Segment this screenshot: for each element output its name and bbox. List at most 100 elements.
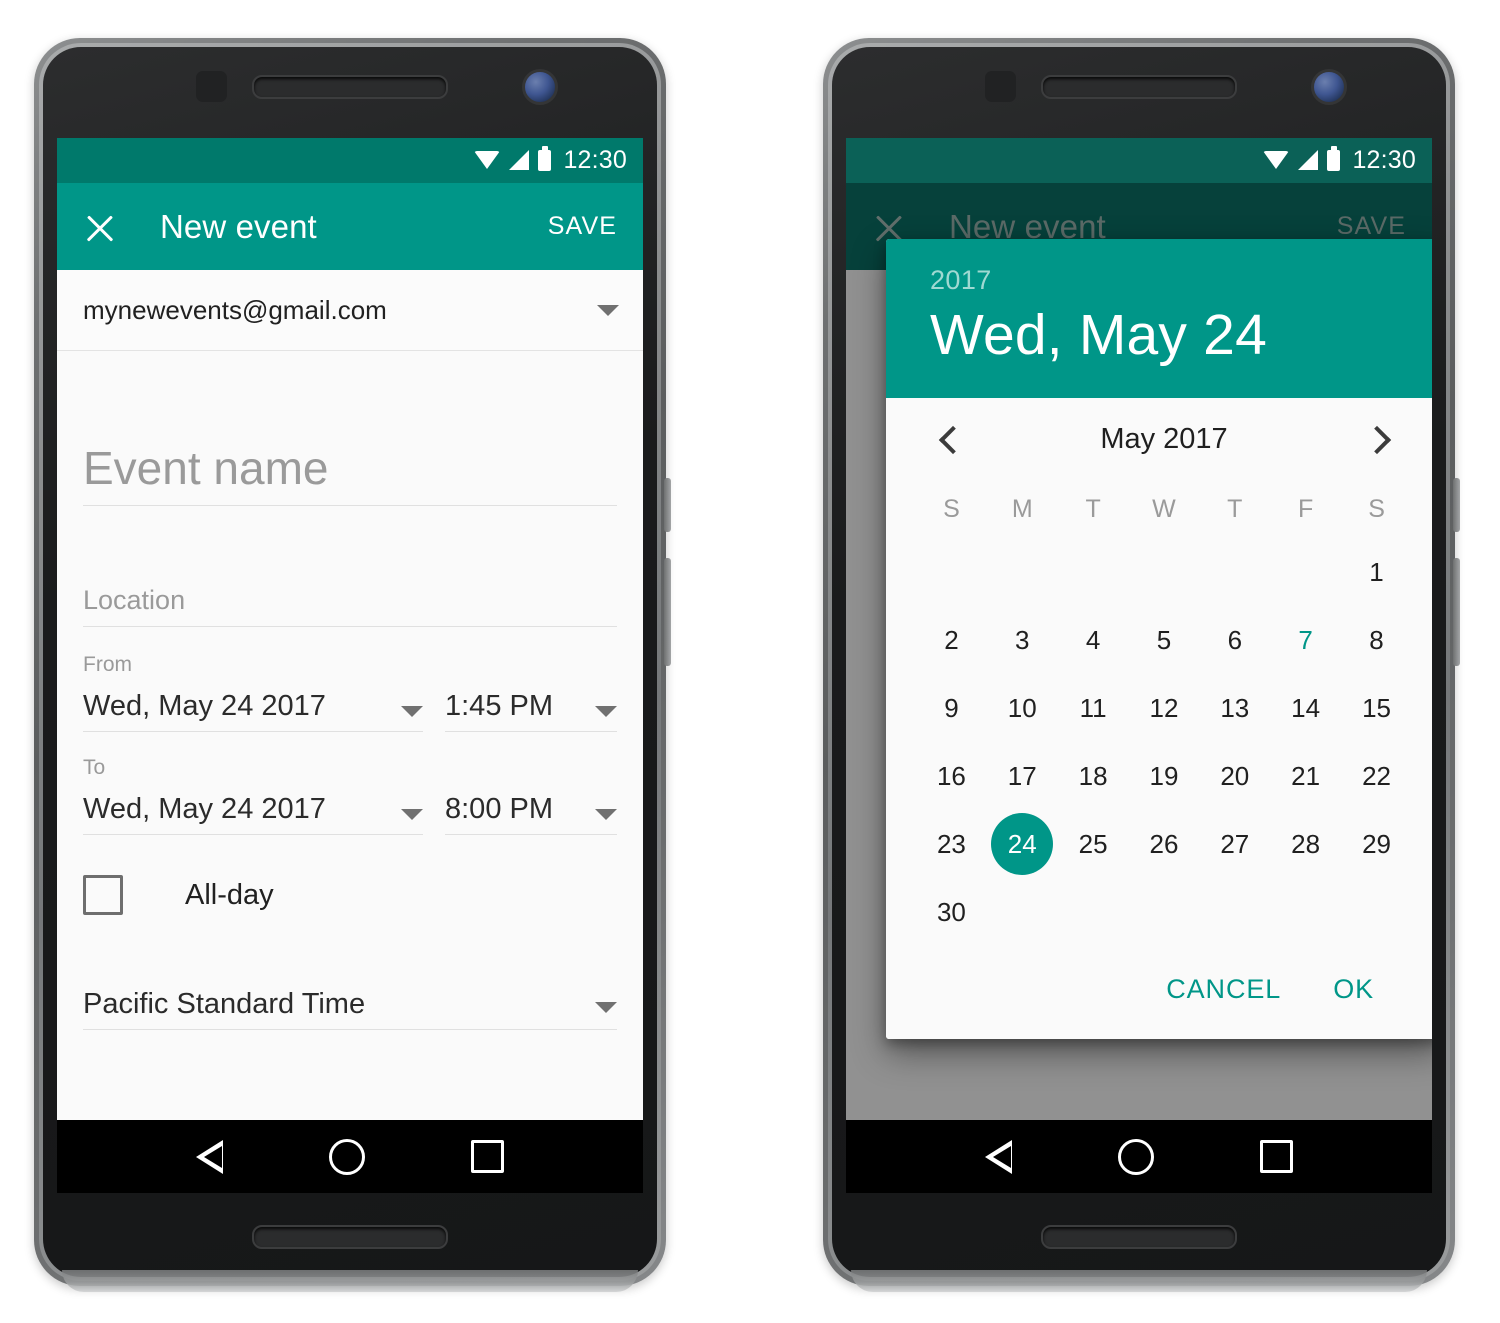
allday-checkbox[interactable] bbox=[83, 875, 123, 915]
calendar-day[interactable]: 20 bbox=[1199, 742, 1270, 810]
calendar-day-cell[interactable]: 25 bbox=[1058, 810, 1129, 878]
calendar-day[interactable]: 1 bbox=[1341, 538, 1412, 606]
calendar-day-cell[interactable]: 28 bbox=[1270, 810, 1341, 878]
calendar-week-row: 23 24 25 26 27 28 29 bbox=[916, 810, 1412, 878]
calendar-day-cell[interactable]: 22 bbox=[1341, 742, 1412, 810]
calendar-day-cell[interactable]: 2 bbox=[916, 606, 987, 674]
power-button[interactable] bbox=[1453, 478, 1460, 532]
calendar-day-empty bbox=[1270, 538, 1341, 606]
home-icon[interactable] bbox=[1118, 1138, 1154, 1175]
calendar-day[interactable]: 17 bbox=[987, 742, 1058, 810]
to-date-field[interactable]: Wed, May 24 2017 bbox=[83, 780, 423, 835]
account-email: mynewevents@gmail.com bbox=[83, 294, 387, 325]
calendar-day-cell[interactable]: 20 bbox=[1199, 742, 1270, 810]
calendar-day-cell[interactable]: 19 bbox=[1129, 742, 1200, 810]
calendar-day[interactable]: 7 bbox=[1270, 606, 1341, 674]
chevron-right-icon[interactable] bbox=[1362, 423, 1394, 455]
screen-right: 12:30 New event SAVE 2017 Wed, May 24 Ma… bbox=[846, 138, 1432, 1193]
timezone-value: Pacific Standard Time bbox=[83, 988, 366, 1020]
calendar-day-cell[interactable]: 5 bbox=[1129, 606, 1200, 674]
calendar-day-cell[interactable]: 7 bbox=[1270, 606, 1341, 674]
calendar-day[interactable]: 11 bbox=[1058, 674, 1129, 742]
calendar-day[interactable]: 21 bbox=[1270, 742, 1341, 810]
calendar-day-cell[interactable]: 15 bbox=[1341, 674, 1412, 742]
cancel-button[interactable]: CANCEL bbox=[1166, 974, 1281, 1005]
save-button[interactable]: SAVE bbox=[548, 212, 617, 241]
timezone-selector[interactable]: Pacific Standard Time bbox=[83, 971, 617, 1030]
calendar-day[interactable]: 9 bbox=[916, 674, 987, 742]
calendar-day[interactable]: 23 bbox=[916, 810, 987, 878]
calendar-day-cell[interactable]: 30 bbox=[916, 878, 987, 946]
calendar-day-cell[interactable]: 21 bbox=[1270, 742, 1341, 810]
calendar-day-cell[interactable]: 29 bbox=[1341, 810, 1412, 878]
ok-button[interactable]: OK bbox=[1333, 974, 1374, 1005]
calendar-day[interactable]: 22 bbox=[1341, 742, 1412, 810]
recents-icon[interactable] bbox=[471, 1140, 504, 1173]
weekday-label: T bbox=[1085, 494, 1101, 523]
calendar-day-cell[interactable]: 11 bbox=[1058, 674, 1129, 742]
calendar-day-cell[interactable]: 1 bbox=[1341, 538, 1412, 606]
from-time-field[interactable]: 1:45 PM bbox=[445, 677, 617, 732]
calendar-day[interactable]: 25 bbox=[1058, 810, 1129, 878]
calendar-day[interactable]: 15 bbox=[1341, 674, 1412, 742]
event-name-input[interactable]: Event name bbox=[83, 393, 617, 506]
calendar-day-cell[interactable]: 8 bbox=[1341, 606, 1412, 674]
account-selector[interactable]: mynewevents@gmail.com bbox=[57, 270, 643, 351]
calendar-day-empty bbox=[916, 538, 987, 606]
close-icon[interactable] bbox=[83, 210, 117, 244]
calendar-day-cell[interactable]: 18 bbox=[1058, 742, 1129, 810]
home-icon[interactable] bbox=[329, 1138, 365, 1175]
calendar-day-cell[interactable]: 6 bbox=[1199, 606, 1270, 674]
chevron-down-icon bbox=[401, 706, 423, 717]
date-picker-selected-date[interactable]: Wed, May 24 bbox=[930, 302, 1432, 368]
power-button[interactable] bbox=[664, 478, 671, 532]
calendar-day[interactable]: 5 bbox=[1129, 606, 1200, 674]
calendar-day-cell[interactable]: 27 bbox=[1199, 810, 1270, 878]
calendar-day-cell[interactable]: 13 bbox=[1199, 674, 1270, 742]
calendar-day[interactable]: 12 bbox=[1129, 674, 1200, 742]
calendar-day-cell[interactable]: 9 bbox=[916, 674, 987, 742]
calendar-day-cell[interactable]: 16 bbox=[916, 742, 987, 810]
from-date-field[interactable]: Wed, May 24 2017 bbox=[83, 677, 423, 732]
calendar-day-empty bbox=[1058, 878, 1129, 946]
calendar-day[interactable]: 3 bbox=[987, 606, 1058, 674]
calendar-day[interactable]: 30 bbox=[916, 878, 987, 946]
calendar-day[interactable]: 6 bbox=[1199, 606, 1270, 674]
calendar-day-cell[interactable]: 3 bbox=[987, 606, 1058, 674]
date-picker-year[interactable]: 2017 bbox=[930, 265, 1432, 296]
dialog-actions: CANCEL OK bbox=[916, 946, 1412, 1039]
calendar-day[interactable]: 24 bbox=[987, 810, 1058, 878]
volume-button[interactable] bbox=[1453, 558, 1460, 666]
calendar-day[interactable]: 29 bbox=[1341, 810, 1412, 878]
calendar-day-empty-cell bbox=[1270, 878, 1341, 946]
location-input[interactable]: Location bbox=[83, 542, 617, 627]
back-icon[interactable] bbox=[196, 1139, 223, 1174]
calendar-day[interactable]: 19 bbox=[1129, 742, 1200, 810]
back-icon[interactable] bbox=[985, 1139, 1012, 1174]
calendar-day-cell[interactable]: 12 bbox=[1129, 674, 1200, 742]
status-bar-right: 12:30 bbox=[846, 138, 1432, 183]
calendar-day[interactable]: 28 bbox=[1270, 810, 1341, 878]
volume-button[interactable] bbox=[664, 558, 671, 666]
allday-row[interactable]: All-day bbox=[83, 875, 617, 915]
calendar-day-cell[interactable]: 17 bbox=[987, 742, 1058, 810]
calendar-day[interactable]: 13 bbox=[1199, 674, 1270, 742]
calendar-day[interactable]: 16 bbox=[916, 742, 987, 810]
calendar-day-cell[interactable]: 24 bbox=[991, 813, 1054, 875]
calendar-day[interactable]: 26 bbox=[1129, 810, 1200, 878]
calendar-day[interactable]: 18 bbox=[1058, 742, 1129, 810]
calendar-day[interactable]: 10 bbox=[987, 674, 1058, 742]
calendar-day-cell[interactable]: 26 bbox=[1129, 810, 1200, 878]
calendar-day[interactable]: 2 bbox=[916, 606, 987, 674]
recents-icon[interactable] bbox=[1260, 1140, 1293, 1173]
calendar-day[interactable]: 14 bbox=[1270, 674, 1341, 742]
to-time-field[interactable]: 8:00 PM bbox=[445, 780, 617, 835]
calendar-day[interactable]: 27 bbox=[1199, 810, 1270, 878]
calendar-day-cell[interactable]: 23 bbox=[916, 810, 987, 878]
calendar-day-cell[interactable]: 14 bbox=[1270, 674, 1341, 742]
calendar-day[interactable]: 8 bbox=[1341, 606, 1412, 674]
calendar-day[interactable]: 4 bbox=[1058, 606, 1129, 674]
calendar-day-cell[interactable]: 4 bbox=[1058, 606, 1129, 674]
calendar-day-cell[interactable]: 10 bbox=[987, 674, 1058, 742]
chevron-left-icon[interactable] bbox=[934, 423, 966, 455]
